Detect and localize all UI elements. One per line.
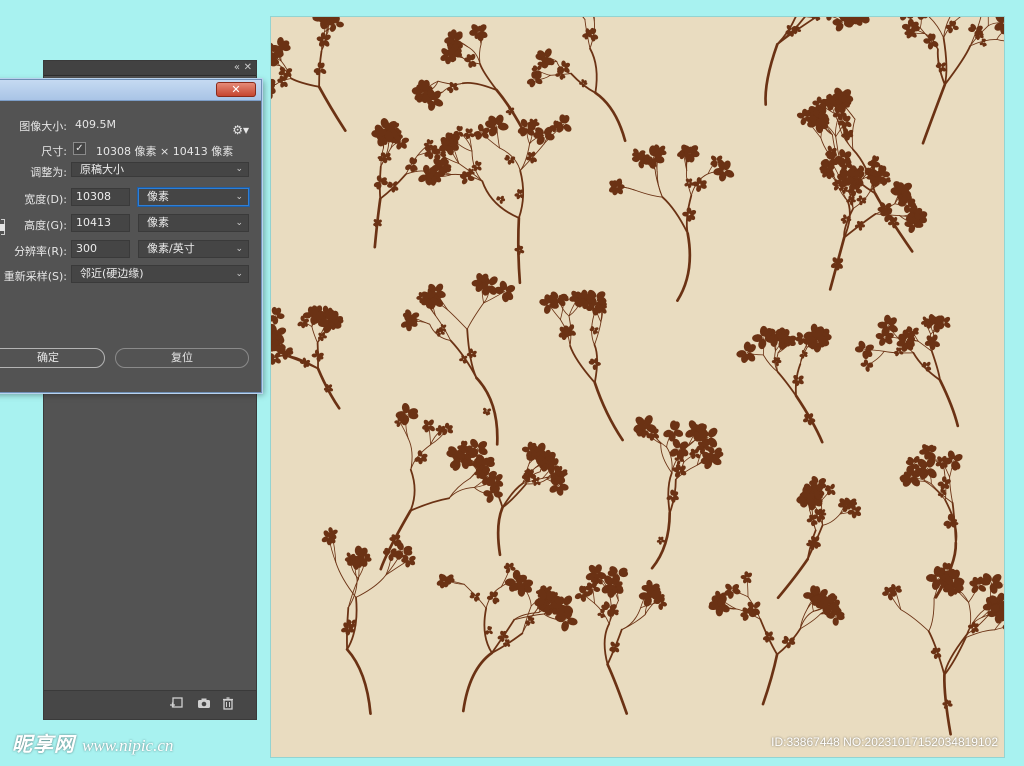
width-unit-value: 像素 bbox=[147, 190, 169, 203]
dialog-body: 图像大小: 409.5M ⚙▾ 尺寸: ✓ 10308 像素 × 10413 像… bbox=[0, 101, 261, 392]
dimensions-value: 10308 像素 × 10413 像素 bbox=[96, 145, 234, 158]
camera-icon[interactable] bbox=[196, 696, 212, 712]
resample-select[interactable]: 邻近(硬边缘) ⌄ bbox=[71, 265, 249, 283]
panel-bottombar bbox=[44, 690, 256, 719]
collapse-panel-icon[interactable]: « bbox=[234, 61, 240, 75]
floral-pattern-artwork bbox=[271, 17, 1004, 736]
resolution-unit-value: 像素/英寸 bbox=[147, 242, 195, 255]
dimensions-label: 尺寸: bbox=[41, 145, 67, 158]
height-input[interactable]: 10413 bbox=[71, 214, 130, 232]
ok-button[interactable]: 确定 bbox=[0, 348, 105, 368]
trash-icon[interactable] bbox=[220, 696, 236, 712]
site-url: www.nipic.cn bbox=[82, 736, 174, 755]
close-panel-icon[interactable]: ✕ bbox=[244, 61, 252, 75]
chevron-down-icon: ⌄ bbox=[235, 164, 243, 174]
chevron-down-icon: ⌄ bbox=[235, 192, 243, 202]
fit-to-select[interactable]: 原稿大小 ⌄ bbox=[71, 162, 249, 177]
site-logo: 昵享网 bbox=[12, 732, 75, 756]
image-size-label: 图像大小: bbox=[19, 120, 67, 133]
image-size-dialog: ✕ 图像大小: 409.5M ⚙▾ 尺寸: ✓ 10308 像素 × 10413… bbox=[0, 79, 262, 393]
gear-icon[interactable]: ⚙▾ bbox=[232, 123, 249, 137]
chevron-down-icon: ⌄ bbox=[235, 218, 243, 228]
dialog-titlebar[interactable]: ✕ bbox=[0, 80, 261, 101]
resample-label: 重新采样(S): bbox=[3, 270, 67, 283]
resolution-unit-select[interactable]: 像素/英寸 ⌄ bbox=[138, 240, 249, 258]
height-unit-value: 像素 bbox=[147, 216, 169, 229]
resample-value: 邻近(硬边缘) bbox=[80, 267, 144, 280]
fit-to-value: 原稿大小 bbox=[80, 163, 124, 176]
height-label: 高度(G): bbox=[24, 219, 67, 232]
dialog-close-button[interactable]: ✕ bbox=[216, 82, 256, 97]
resolution-input[interactable]: 300 bbox=[71, 240, 130, 258]
reset-button[interactable]: 复位 bbox=[115, 348, 249, 368]
panel-topbar: « ✕ bbox=[44, 61, 256, 76]
site-watermark: 昵享网 www.nipic.cn bbox=[12, 728, 174, 756]
width-label: 宽度(D): bbox=[24, 193, 67, 206]
width-input[interactable]: 10308 bbox=[71, 188, 130, 206]
height-unit-select[interactable]: 像素 ⌄ bbox=[138, 214, 249, 232]
chevron-down-icon: ⌄ bbox=[235, 269, 243, 279]
dimensions-toggle-checkbox[interactable]: ✓ bbox=[73, 142, 86, 155]
image-id-watermark: ID:33867448 NO:20231017152034819102 bbox=[771, 735, 998, 749]
chevron-down-icon: ⌄ bbox=[235, 244, 243, 254]
resolution-label: 分辨率(R): bbox=[14, 245, 67, 258]
new-layer-icon[interactable] bbox=[168, 696, 184, 712]
fit-to-label: 调整为: bbox=[30, 166, 67, 179]
width-unit-select[interactable]: 像素 ⌄ bbox=[138, 188, 249, 206]
image-size-value: 409.5M bbox=[75, 118, 116, 131]
document-canvas[interactable]: ID:33867448 NO:20231017152034819102 bbox=[271, 17, 1004, 757]
chain-link-icon bbox=[0, 224, 5, 231]
